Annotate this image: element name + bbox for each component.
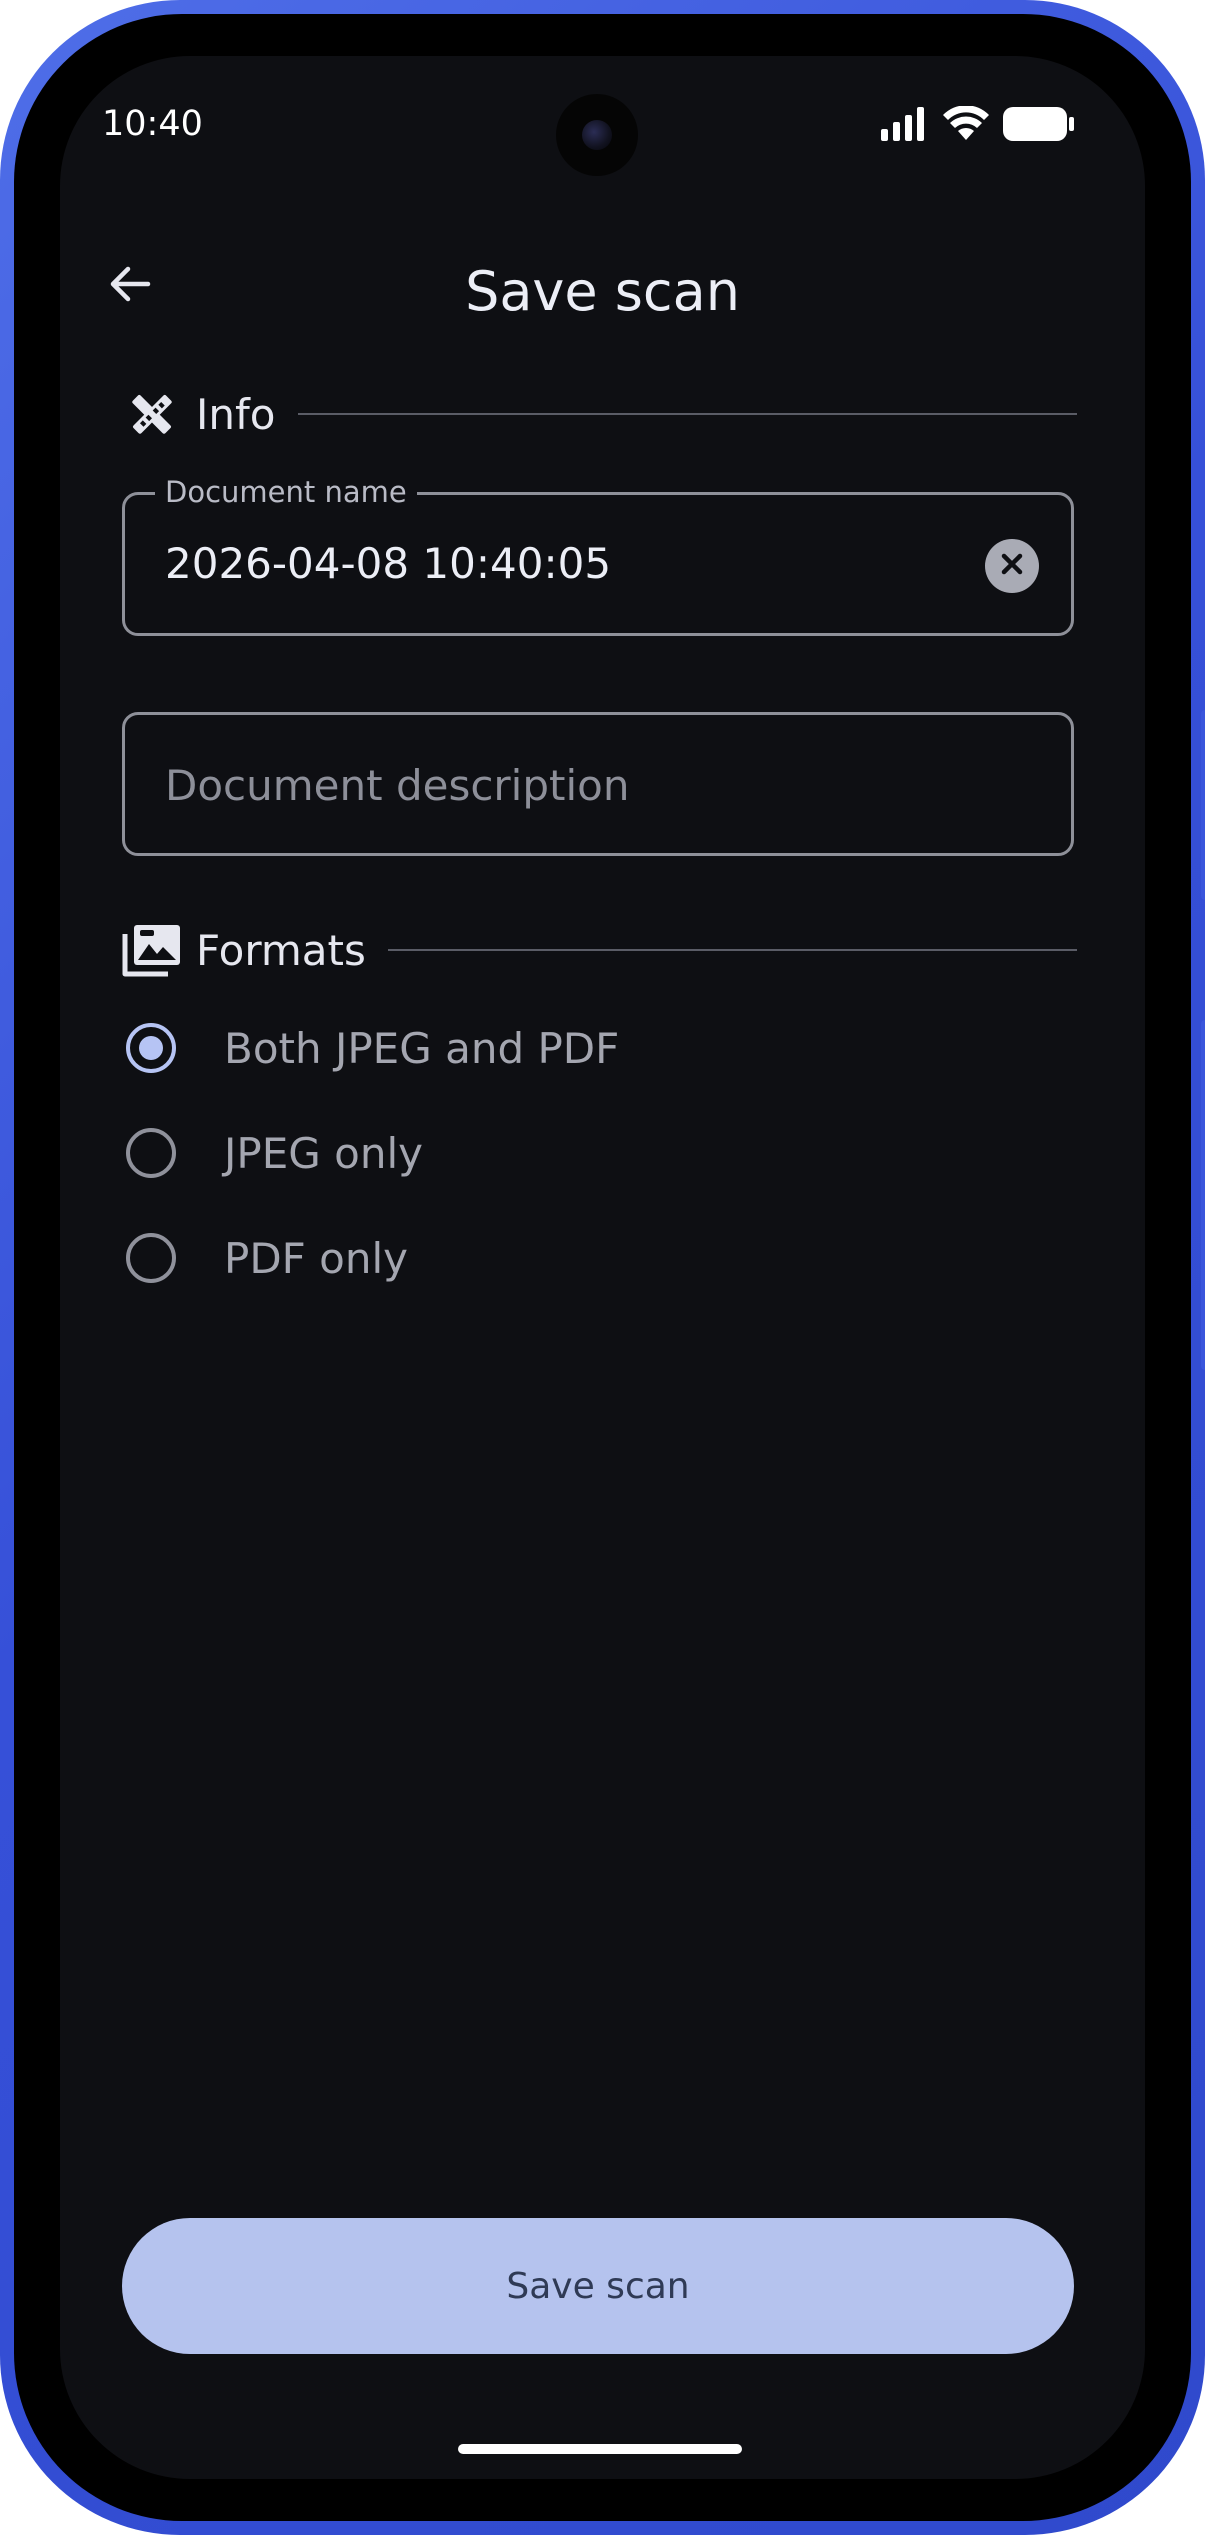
- home-indicator[interactable]: [458, 2444, 742, 2454]
- radio-button[interactable]: [126, 1233, 176, 1283]
- formats-section-header: Formats: [122, 920, 1077, 980]
- power-button: [1201, 1020, 1205, 1370]
- section-divider: [297, 413, 1077, 415]
- format-option-label[interactable]: JPEG only: [224, 1129, 423, 1178]
- formats-section-label: Formats: [196, 925, 366, 975]
- document-name-label: Document name: [155, 475, 417, 509]
- document-description-placeholder[interactable]: Document description: [165, 761, 629, 810]
- format-option-both[interactable]: Both JPEG and PDF: [122, 1008, 1022, 1088]
- save-scan-label: Save scan: [506, 2265, 690, 2307]
- status-time: 10:40: [102, 104, 203, 144]
- clear-icon: [999, 551, 1025, 581]
- clear-button[interactable]: [985, 539, 1039, 593]
- app-screen: 10:40 Save scan Info Document name 2026-…: [60, 56, 1145, 2479]
- tools-icon: [122, 384, 182, 444]
- radio-button[interactable]: [126, 1128, 176, 1178]
- info-section-label: Info: [196, 389, 276, 439]
- save-scan-button[interactable]: Save scan: [122, 2218, 1074, 2354]
- wifi-icon: [943, 105, 989, 146]
- status-icons: [879, 105, 1075, 146]
- format-option-jpeg[interactable]: JPEG only: [122, 1113, 1022, 1193]
- info-section-header: Info: [122, 384, 1077, 444]
- signal-icon: [879, 107, 929, 145]
- document-description-field[interactable]: Document description: [122, 712, 1074, 856]
- document-name-field[interactable]: Document name 2026-04-08 10:40:05: [122, 475, 1074, 636]
- front-camera: [556, 94, 638, 176]
- top-app-bar: Save scan: [60, 236, 1145, 336]
- volume-button: [1201, 710, 1205, 900]
- format-option-pdf[interactable]: PDF only: [122, 1218, 1022, 1298]
- format-option-label[interactable]: Both JPEG and PDF: [224, 1024, 619, 1073]
- document-name-value[interactable]: 2026-04-08 10:40:05: [165, 539, 611, 588]
- radio-button-selected[interactable]: [126, 1023, 176, 1073]
- section-divider: [387, 949, 1077, 951]
- page-title: Save scan: [465, 260, 740, 323]
- battery-icon: [1003, 106, 1075, 146]
- format-option-label[interactable]: PDF only: [224, 1234, 408, 1283]
- photo-library-icon: [122, 920, 182, 980]
